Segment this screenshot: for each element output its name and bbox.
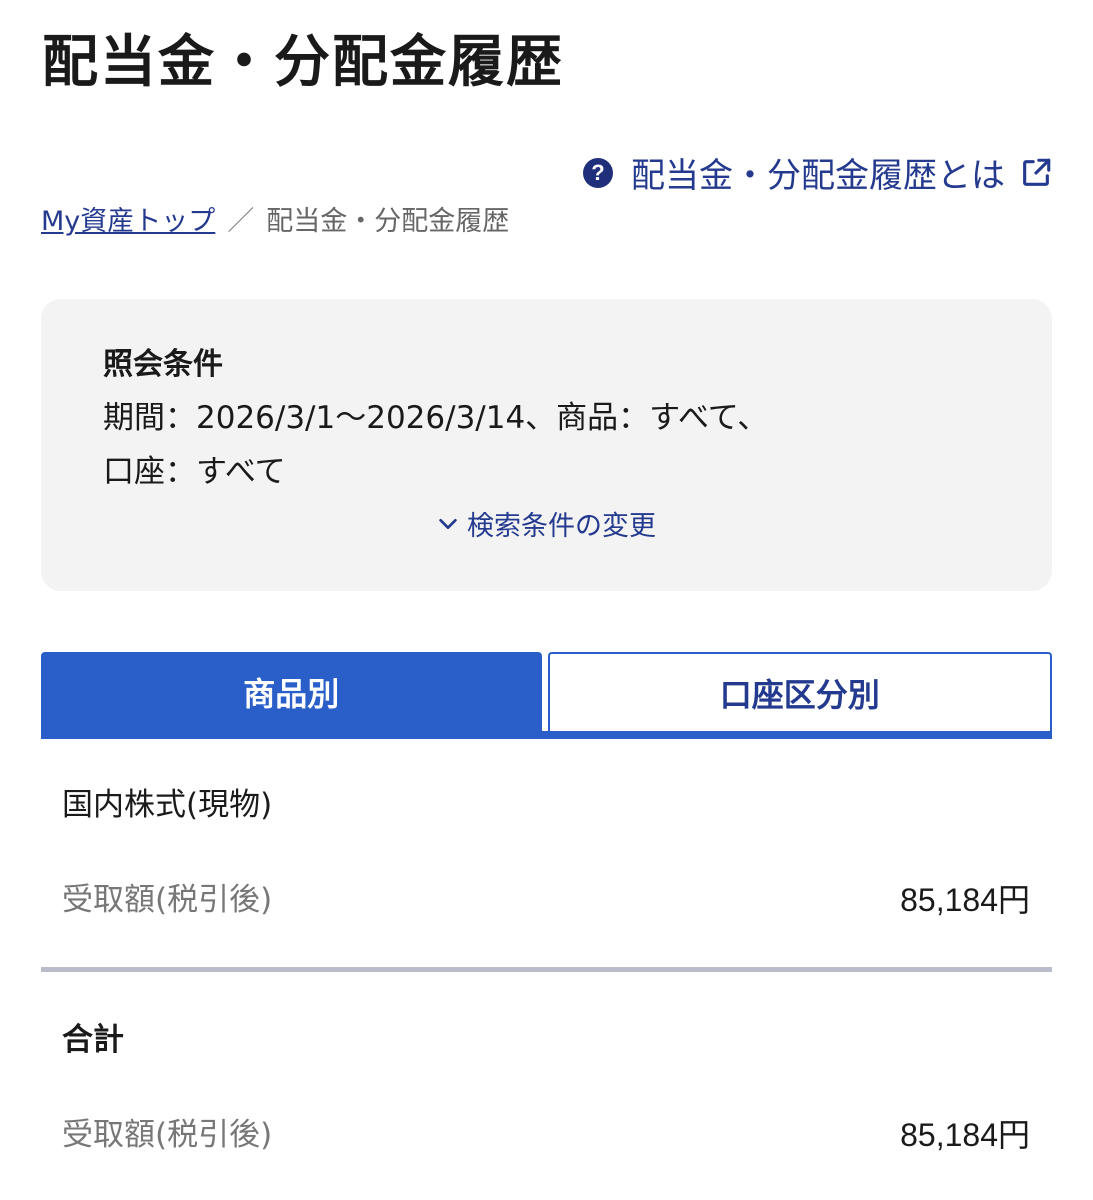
change-search-label: 検索条件の変更: [467, 511, 656, 542]
chevron-down-icon: [439, 518, 457, 529]
received-amount-label: 受取額(税引後): [62, 882, 273, 918]
question-circle-icon: ?: [583, 157, 613, 188]
tab-by-product[interactable]: 商品別: [41, 652, 542, 731]
change-search-conditions-button[interactable]: 検索条件の変更: [41, 504, 1052, 543]
section-heading-domestic-stocks: 国内株式(現物): [62, 787, 273, 823]
section-divider: [41, 967, 1052, 972]
conditions-title: 照会条件: [103, 347, 223, 382]
breadcrumb-home-link[interactable]: My資産トップ: [41, 200, 215, 244]
breadcrumb-current: 配当金・分配金履歴: [266, 206, 510, 237]
external-link-icon: [1023, 158, 1051, 186]
conditions-line-2: 口座：すべて: [103, 454, 286, 490]
search-conditions-panel: 照会条件 期間：2026/3/1〜2026/3/14、商品：すべて、 口座：すべ…: [41, 299, 1052, 591]
help-link-label: 配当金・分配金履歴とは: [631, 156, 1005, 196]
page-title: 配当金・分配金履歴: [42, 30, 564, 95]
total-received-amount-label: 受取額(税引後): [62, 1117, 273, 1153]
received-amount-value: 85,184円: [900, 882, 1030, 918]
breadcrumb: My資産トップ ／ 配当金・分配金履歴: [41, 200, 509, 244]
conditions-line-1: 期間：2026/3/1〜2026/3/14、商品：すべて、: [103, 400, 769, 436]
view-tabs: 商品別 口座区分別: [41, 652, 1052, 739]
total-received-amount-value: 85,184円: [900, 1117, 1030, 1153]
help-link[interactable]: ? 配当金・分配金履歴とは: [583, 148, 1053, 197]
tab-by-account-type[interactable]: 口座区分別: [547, 652, 1052, 731]
section-heading-total: 合計: [62, 1022, 124, 1058]
breadcrumb-separator: ／: [227, 206, 255, 237]
